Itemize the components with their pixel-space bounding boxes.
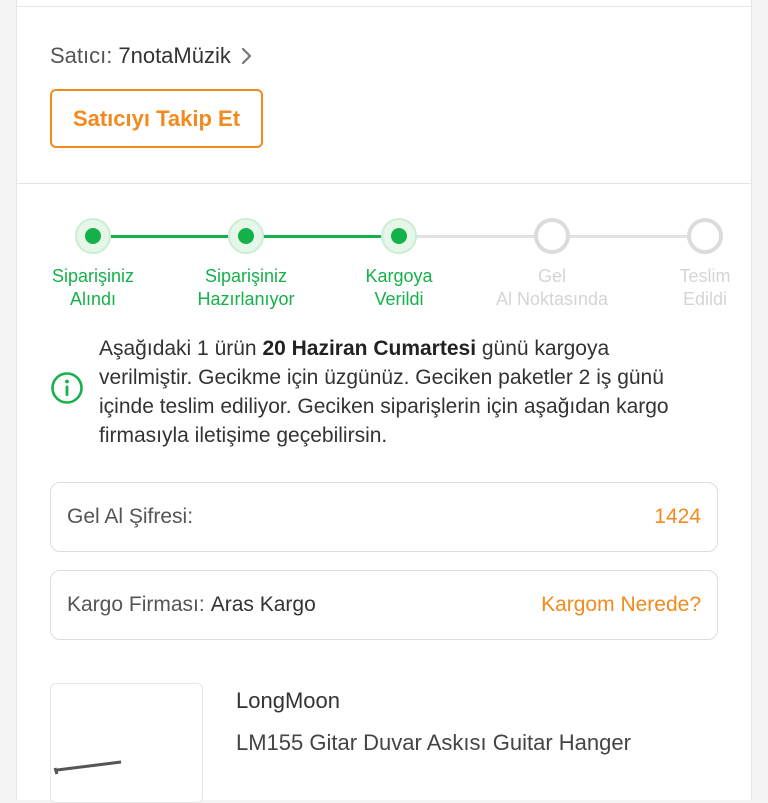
step-dot-preparing [228, 218, 264, 254]
seller-name[interactable]: 7notaMüzik [118, 43, 231, 69]
order-card: Satıcı: 7notaMüzik Satıcıyı Takip Et Sip… [16, 0, 752, 803]
step-dot-pickup-point [534, 218, 570, 254]
follow-seller-button[interactable]: Satıcıyı Takip Et [50, 89, 263, 148]
cargo-company-info: Kargo Firması: Aras Kargo [67, 593, 316, 617]
chevron-right-icon[interactable] [241, 47, 253, 65]
product-name[interactable]: LM155 Gitar Duvar Askısı Guitar Hanger [236, 730, 631, 756]
seller-row[interactable]: Satıcı: 7notaMüzik [50, 43, 253, 69]
step-label-delivered: Teslim Edildi [679, 266, 731, 309]
cargo-company-box: Kargo Firması: Aras Kargo Kargom Nerede? [50, 570, 718, 640]
where-is-my-cargo-link[interactable]: Kargom Nerede? [541, 593, 701, 617]
pickup-code-value: 1424 [654, 505, 701, 528]
product-image[interactable] [50, 683, 203, 803]
step-label-received: Siparişiniz Alındı [51, 266, 135, 309]
track-line-3 [399, 235, 552, 238]
seller-label: Satıcı: [50, 43, 113, 68]
pickup-code-label: Gel Al Şifresi: [67, 505, 194, 528]
order-status-tracker: Siparişiniz Alındı Siparişiniz Hazırlanıyo… [17, 216, 751, 316]
step-label-preparing: Siparişiniz Hazırlanıyor [197, 266, 295, 309]
info-circle-icon [50, 371, 84, 410]
step-dot-delivered [687, 218, 723, 254]
section-divider [17, 183, 751, 184]
step-label-pickup-point: Gel Al Noktasında [495, 266, 609, 309]
step-dot-shipped [381, 218, 417, 254]
track-line-2 [246, 235, 399, 238]
track-line-1 [93, 235, 246, 238]
top-divider [17, 6, 751, 7]
shipping-delay-message: Aşağıdaki 1 ürün 20 Haziran Cumartesi gü… [99, 337, 669, 447]
step-dot-received [75, 218, 111, 254]
track-line-4 [552, 235, 705, 238]
guitar-hanger-image [53, 760, 122, 775]
pickup-code-box: Gel Al Şifresi: 1424 [50, 482, 718, 552]
product-brand[interactable]: LongMoon [236, 688, 340, 714]
cargo-company-label: Kargo Firması: [67, 593, 205, 616]
cargo-company-name: Aras Kargo [210, 593, 316, 616]
step-label-shipped: Kargoya Verildi [365, 266, 433, 309]
